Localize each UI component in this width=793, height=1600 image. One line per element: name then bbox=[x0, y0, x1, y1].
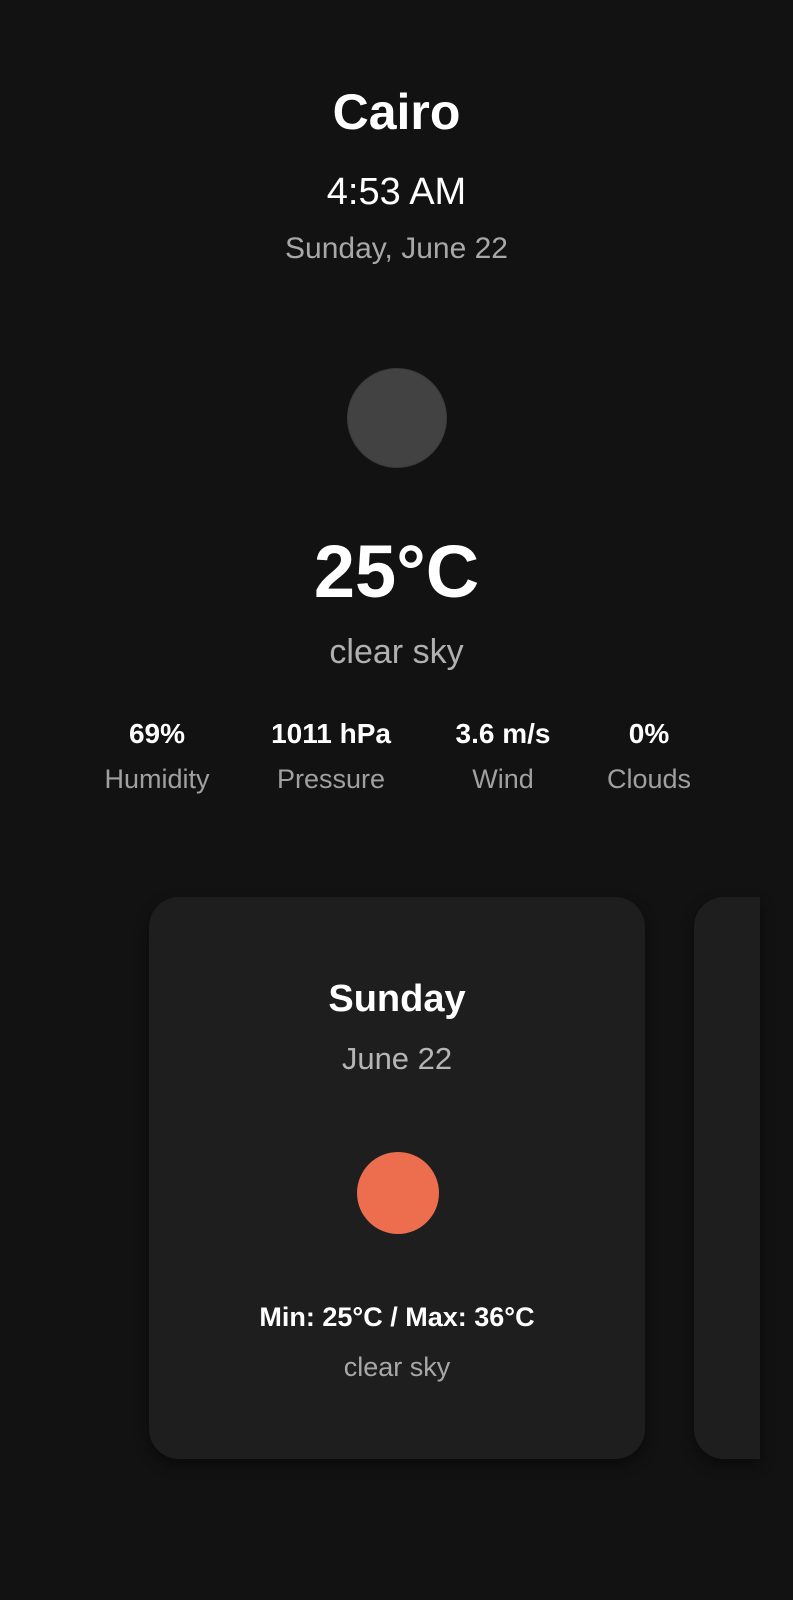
stat-value: 1011 hPa bbox=[271, 718, 391, 749]
stat-wind: 3.6 m/s Wind bbox=[418, 716, 588, 796]
weather-icon bbox=[347, 368, 447, 468]
city-name: Cairo bbox=[332, 84, 461, 140]
forecast-condition: clear sky bbox=[343, 1352, 451, 1382]
stat-label: Humidity bbox=[104, 764, 210, 794]
stat-label: Pressure bbox=[276, 764, 386, 794]
forecast-date: June 22 bbox=[341, 1041, 453, 1076]
stat-value: 0% bbox=[628, 718, 670, 749]
stat-label: Wind bbox=[472, 764, 534, 794]
forecast-min-max: Min: 25°C / Max: 36°C bbox=[259, 1302, 535, 1332]
stat-value: 3.6 m/s bbox=[455, 718, 551, 749]
stat-clouds: 0% Clouds bbox=[564, 716, 734, 796]
stat-pressure: 1011 hPa Pressure bbox=[246, 716, 416, 796]
current-date: Sunday, June 22 bbox=[285, 232, 508, 265]
weather-stats: 69% Humidity 1011 hPa Pressure 3.6 m/s W… bbox=[0, 716, 793, 806]
current-condition: clear sky bbox=[329, 633, 464, 671]
weather-screen: Cairo 4:53 AM Sunday, June 22 25°C clear… bbox=[0, 0, 793, 1600]
current-temperature: 25°C bbox=[313, 530, 480, 613]
stat-humidity: 69% Humidity bbox=[72, 716, 242, 796]
stat-label: Clouds bbox=[606, 764, 692, 794]
forecast-day: Sunday bbox=[328, 978, 466, 1020]
forecast-card-next[interactable] bbox=[694, 897, 760, 1459]
forecast-card[interactable]: Sunday June 22 Min: 25°C / Max: 36°C cle… bbox=[149, 897, 645, 1459]
sun-icon bbox=[357, 1152, 439, 1234]
current-time: 4:53 AM bbox=[326, 171, 467, 213]
stat-value: 69% bbox=[128, 718, 186, 749]
